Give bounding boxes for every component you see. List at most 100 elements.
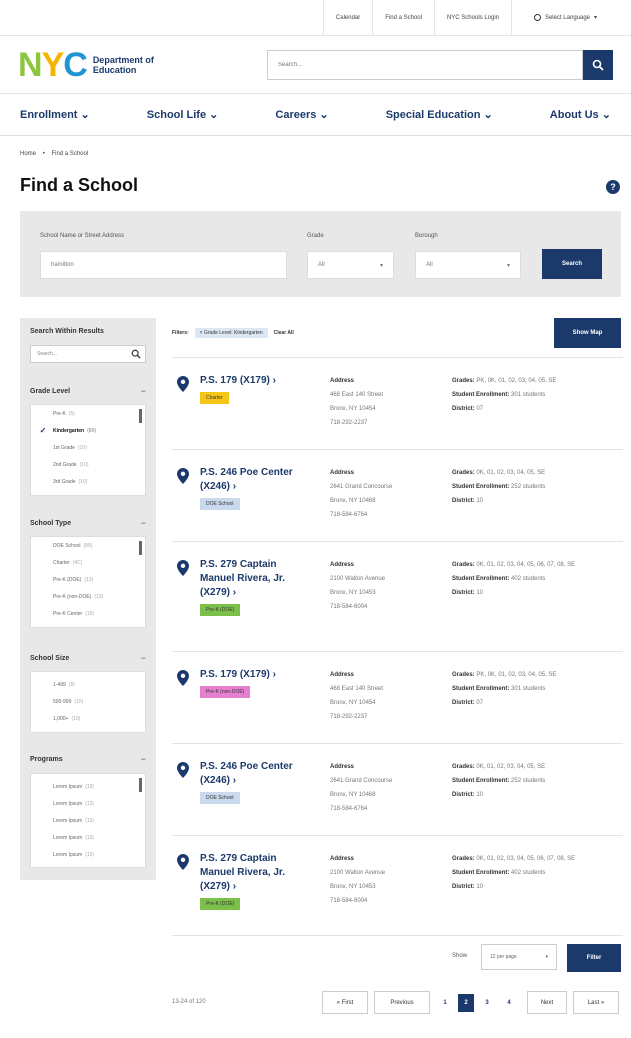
scrollbar[interactable] [139, 541, 142, 555]
breadcrumb-current: Find a School [51, 151, 89, 157]
school-name-link[interactable]: P.S. 246 Poe Center (X246) › DOE School [200, 466, 305, 510]
site-search-input[interactable] [267, 49, 583, 80]
per-page-select[interactable]: 12 per page ▾ [481, 944, 557, 970]
school-info: Grades: 0K, 01, 02, 03, 04, 05, SE Studen… [452, 764, 546, 798]
collapse-school-type-icon[interactable]: − [141, 518, 146, 528]
site-search-button[interactable] [583, 49, 613, 80]
filter-option[interactable]: Lorem Ipsum (13) [31, 812, 145, 829]
school-name-value: hamilton [51, 262, 74, 268]
search-within-input[interactable]: Search... [30, 345, 146, 363]
previous-page-button[interactable]: Previous [374, 991, 430, 1014]
filter-option[interactable]: Lorem Ipsum (13) [31, 795, 145, 812]
school-type-badge: Charter [200, 392, 229, 404]
borough-select[interactable]: All ▾ [415, 251, 521, 279]
filter-option[interactable]: Charter (4C) [31, 554, 145, 571]
checkbox[interactable] [39, 834, 47, 842]
checkbox[interactable] [39, 461, 47, 469]
result-card: P.S. 179 (X179) › Charter Address 468 East… [172, 357, 623, 449]
checkbox[interactable] [39, 444, 47, 452]
filter-option[interactable]: Pre-K Center (10) [31, 605, 145, 622]
grade-level-list: Pre-K (5) ✓ Kindergarten (89) 1st Grade (10)… [30, 404, 146, 496]
checkbox[interactable] [39, 681, 47, 689]
nyc-logo-letters: NYC [18, 45, 88, 84]
next-page-button[interactable]: Next [527, 991, 567, 1014]
search-button[interactable]: Search [542, 249, 602, 279]
filter-sidebar: Search Within Results Search... Grade Le… [20, 318, 156, 880]
checkbox[interactable] [39, 478, 47, 486]
checkbox[interactable] [39, 559, 47, 567]
school-name-input[interactable]: hamilton [40, 251, 287, 279]
filter-option[interactable]: 2nd Grade (10) [31, 456, 145, 473]
filter-option[interactable]: Pre-K (DOE) (13) [31, 571, 145, 588]
checkbox[interactable] [39, 851, 47, 859]
school-size-list: 1-499 (8) 500-999 (10) 1,000+ (10) [30, 671, 146, 733]
checkbox[interactable] [39, 542, 47, 550]
filter-chip[interactable]: × Grade Level: Kindergarten [194, 328, 268, 338]
caret-down-icon: ▾ [506, 262, 510, 269]
page-number[interactable]: 4 [501, 994, 517, 1012]
filter-option[interactable]: 1,000+ (10) [31, 710, 145, 727]
nav-school-life[interactable]: School Life ⌄ [147, 108, 219, 121]
school-name-link[interactable]: P.S. 179 (X179) › Charter [200, 374, 305, 404]
last-page-button[interactable]: Last » [573, 991, 619, 1014]
utility-link-login[interactable]: NYC Schools Login [433, 0, 511, 36]
scrollbar[interactable] [139, 409, 142, 423]
page-number[interactable]: 3 [479, 994, 495, 1012]
filter-option[interactable]: Pre-K (non-DOE) (13) [31, 588, 145, 605]
filter-option[interactable]: 1st Grade (10) [31, 439, 145, 456]
clear-all-link[interactable]: Clear All [274, 330, 294, 336]
filter-option[interactable]: Pre-K (5) [31, 405, 145, 422]
school-size-title: School Size [30, 655, 70, 662]
nav-about-us[interactable]: About Us ⌄ [550, 108, 611, 121]
collapse-programs-icon[interactable]: − [141, 754, 146, 764]
filter-option[interactable]: 1-499 (8) [31, 676, 145, 693]
checkbox[interactable] [39, 410, 47, 418]
help-icon[interactable]: ? [606, 180, 620, 194]
school-name-link[interactable]: P.S. 246 Poe Center (X246) › DOE School [200, 760, 305, 804]
school-name-link[interactable]: P.S. 279 Captain Manuel Rivera, Jr. (X27… [200, 852, 305, 910]
doe-logo[interactable]: NYC Department of Education [18, 48, 173, 82]
programs-title: Programs [30, 756, 63, 763]
checkbox[interactable] [39, 576, 47, 584]
filter-option[interactable]: 3rd Grade (10) [31, 473, 145, 490]
filter-option[interactable]: DOE School (85) [31, 537, 145, 554]
nav-special-education[interactable]: Special Education ⌄ [386, 108, 493, 121]
language-selector[interactable]: Select Language ▾ [511, 0, 619, 36]
active-filters: Filters: × Grade Level: Kindergarten Cle… [172, 328, 294, 338]
main-nav: Enrollment ⌄ School Life ⌄ Careers ⌄ Spe… [0, 94, 631, 136]
checkbox[interactable] [39, 593, 47, 601]
filter-option[interactable]: Lorem Ipsum (13) [31, 846, 145, 863]
page-number[interactable]: 1 [437, 994, 453, 1012]
breadcrumb-home[interactable]: Home [20, 151, 36, 157]
filter-option[interactable]: 500-999 (10) [31, 693, 145, 710]
first-page-button[interactable]: « First [322, 991, 368, 1014]
grade-label: Grade [307, 233, 324, 239]
show-map-button[interactable]: Show Map [554, 318, 621, 348]
filter-option[interactable]: Lorem Ipsum (13) [31, 778, 145, 795]
nav-careers[interactable]: Careers ⌄ [275, 108, 328, 121]
checkbox[interactable] [39, 800, 47, 808]
checkbox[interactable] [39, 715, 47, 723]
collapse-grade-level-icon[interactable]: − [141, 386, 146, 396]
collapse-school-size-icon[interactable]: − [141, 653, 146, 663]
utility-link-calendar[interactable]: Calendar [322, 0, 372, 36]
filter-option[interactable]: Lorem Ipsum (13) [31, 829, 145, 846]
checkbox[interactable] [39, 817, 47, 825]
checkmark-icon[interactable]: ✓ [39, 426, 47, 435]
filter-option[interactable]: ✓ Kindergarten (89) [31, 422, 145, 439]
utility-link-find-school[interactable]: Find a School [372, 0, 434, 36]
filter-button[interactable]: Filter [567, 944, 621, 972]
scrollbar[interactable] [139, 778, 142, 792]
programs-list: Lorem Ipsum (13) Lorem Ipsum (13) Lorem Ip… [30, 773, 146, 868]
school-name-link[interactable]: P.S. 179 (X179) › Pre-K (non-DOE) [200, 668, 305, 698]
nav-enrollment[interactable]: Enrollment ⌄ [20, 108, 90, 121]
page-number-current[interactable]: 2 [458, 994, 474, 1012]
school-address: Address 468 East 140 Street Bronx, NY 1045… [330, 672, 384, 720]
checkbox[interactable] [39, 698, 47, 706]
result-card: P.S. 246 Poe Center (X246) › DOE School A… [172, 449, 623, 541]
grade-select[interactable]: All ▾ [307, 251, 394, 279]
breadcrumb: Home • Find a School [20, 151, 88, 157]
school-name-link[interactable]: P.S. 279 Captain Manuel Rivera, Jr. (X27… [200, 558, 305, 616]
checkbox[interactable] [39, 783, 47, 791]
checkbox[interactable] [39, 610, 47, 618]
